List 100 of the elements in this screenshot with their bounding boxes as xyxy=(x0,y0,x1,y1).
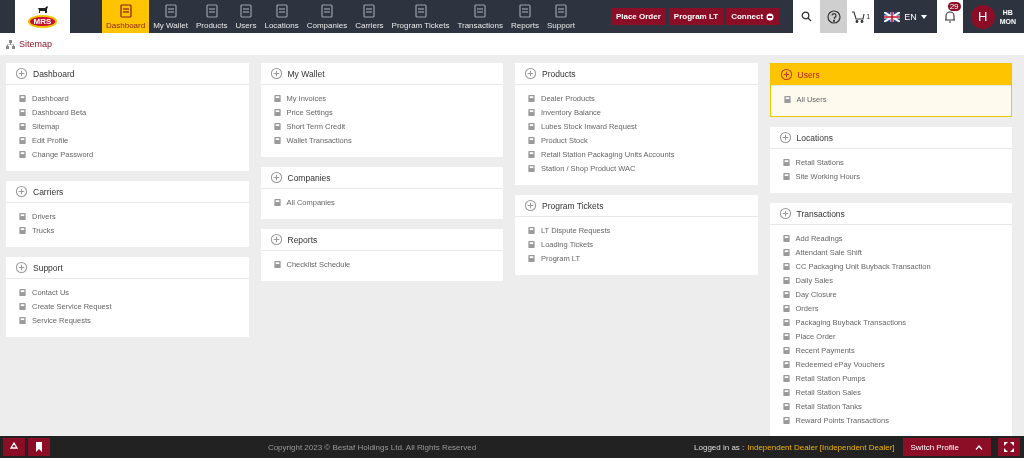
nav-icon xyxy=(472,3,489,19)
list-item-icon xyxy=(527,239,536,249)
notification-badge: 29 xyxy=(947,2,961,11)
nav-icon xyxy=(238,3,254,19)
list-item-icon xyxy=(527,107,536,117)
nav-tab[interactable]: Users xyxy=(231,0,261,33)
help-icon xyxy=(826,9,841,24)
list-item-icon xyxy=(781,289,791,299)
bookmark-button[interactable] xyxy=(28,438,50,456)
chevron-up-icon xyxy=(975,444,983,450)
language-selector[interactable]: EN xyxy=(874,0,937,33)
list-item-icon xyxy=(781,317,791,327)
nav-tab[interactable]: Products xyxy=(191,0,232,33)
list-item-icon xyxy=(18,149,27,159)
nav-icon xyxy=(117,3,134,19)
section-icon xyxy=(779,68,793,81)
search-button[interactable] xyxy=(793,0,821,33)
list-item-icon xyxy=(781,233,791,243)
switch-profile-button[interactable]: Switch Profile xyxy=(902,438,991,456)
logged-in-label: Logged in as : xyxy=(694,442,745,452)
action-button[interactable]: Place Order xyxy=(610,8,666,25)
user-avatar: H xyxy=(970,4,995,29)
nav-tab[interactable]: Dashboard xyxy=(102,0,150,33)
list-item-icon xyxy=(18,287,27,297)
nav-icon xyxy=(318,3,335,19)
nav-icon xyxy=(162,3,179,19)
search-icon xyxy=(801,11,813,22)
sitemap-icon xyxy=(6,39,15,49)
section-icon xyxy=(524,67,537,80)
nav-icon xyxy=(273,3,290,19)
section-icon xyxy=(269,233,283,246)
cart-icon xyxy=(851,10,866,23)
list-item-icon xyxy=(18,121,27,131)
list-item-icon xyxy=(781,275,791,285)
list-item-icon xyxy=(781,345,791,355)
nav-tab[interactable]: Support xyxy=(542,0,579,33)
section-title: Carriers xyxy=(33,186,64,197)
bookmark-icon xyxy=(35,442,43,452)
list-item-icon xyxy=(781,157,791,167)
bell-icon xyxy=(943,10,956,23)
list-item-icon xyxy=(781,331,791,341)
nav-icon xyxy=(516,3,533,19)
list-item-icon xyxy=(18,225,27,235)
nav-icon xyxy=(552,3,569,19)
section-icon xyxy=(778,131,792,144)
action-button[interactable]: Program LT xyxy=(668,8,724,25)
list-item-icon xyxy=(781,415,791,425)
list-item-icon xyxy=(527,163,536,173)
list-item-icon xyxy=(272,259,282,269)
list-item-icon xyxy=(781,261,791,271)
notifications-button[interactable]: 29 xyxy=(936,0,963,33)
list-item-icon xyxy=(527,149,536,159)
list-item-icon xyxy=(781,247,791,257)
nav-tab[interactable]: Companies xyxy=(302,0,352,33)
list-item-icon xyxy=(272,107,282,117)
section-title: Support xyxy=(33,262,63,273)
section-icon xyxy=(778,207,792,220)
nav-tab[interactable]: Transactions xyxy=(453,0,507,33)
breadcrumb[interactable]: Sitemap xyxy=(19,39,53,49)
list-item-icon xyxy=(781,303,791,313)
list-item-icon xyxy=(18,107,27,117)
section-icon xyxy=(524,199,537,212)
caret-icon xyxy=(920,14,927,19)
logo[interactable]: MRS xyxy=(15,0,70,33)
nav-tab[interactable]: Carriers xyxy=(351,0,388,33)
list-item-icon xyxy=(781,373,791,383)
nav-icon xyxy=(361,3,378,19)
nav-icon xyxy=(203,3,220,19)
help-button[interactable] xyxy=(820,0,848,33)
account-name: Independent Dealer [Independent Dealer] xyxy=(747,442,895,452)
nav-tab[interactable]: Locations xyxy=(260,0,303,33)
action-button[interactable]: Connect xyxy=(726,8,780,25)
section-icon xyxy=(269,67,283,80)
nav-tab[interactable]: My Wallet xyxy=(149,0,192,33)
section-title: Dashboard xyxy=(33,68,75,79)
list-item-icon xyxy=(272,197,282,207)
section-icon xyxy=(15,185,28,198)
list-item-icon xyxy=(18,135,27,145)
list-item-icon xyxy=(527,121,536,131)
recycle-button[interactable] xyxy=(3,438,25,456)
list-item-icon xyxy=(527,135,536,145)
nav-tab[interactable]: Program Tickets xyxy=(387,0,454,33)
copyright-text: Copyright 2023 © Bestaf Holdings Ltd. All Rights Reserved xyxy=(266,442,478,452)
section-title: Locations xyxy=(796,132,833,143)
list-item-icon xyxy=(272,135,282,145)
list-item-icon xyxy=(781,387,791,397)
section-icon xyxy=(15,261,28,274)
nav-tab[interactable]: Reports xyxy=(506,0,543,33)
list-item-icon xyxy=(18,315,27,325)
section-icon xyxy=(269,171,283,184)
list-item-icon xyxy=(527,225,536,235)
list-item-icon xyxy=(527,93,536,103)
list-item-icon xyxy=(18,301,27,311)
fullscreen-button[interactable] xyxy=(998,438,1020,456)
list-item-icon xyxy=(781,359,791,369)
list-item-icon xyxy=(272,93,282,103)
flag-icon xyxy=(884,11,901,22)
list-item-icon xyxy=(272,121,282,131)
section-title: My Wallet xyxy=(287,68,325,79)
section-title: Program Tickets xyxy=(542,200,604,211)
